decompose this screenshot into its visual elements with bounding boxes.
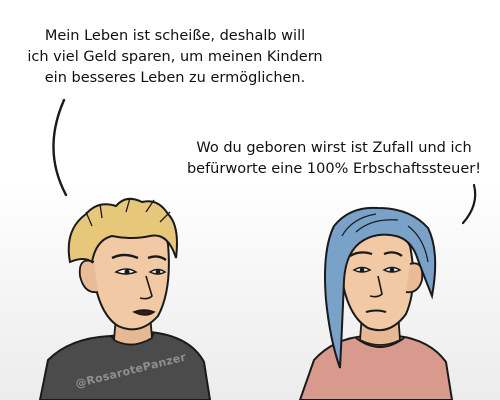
right-speech-tail — [461, 183, 477, 225]
speech-left-line-2: ich viel Geld sparen, um meinen Kindern — [27, 49, 323, 65]
speech-left-line-3: ein besseres Leben zu ermöglichen. — [44, 70, 306, 86]
comic-panel: Mein Leben ist scheiße, deshalb will ich… — [0, 0, 500, 400]
left-speech-tail — [52, 98, 68, 197]
speech-text-right: Wo du geboren wirst ist Zufall und ich b… — [168, 138, 500, 180]
speech-right-line-1: Wo du geboren wirst ist Zufall und ich — [196, 140, 472, 156]
speech-right-line-2: befürworte eine 100% Erbschaftssteuer! — [186, 161, 482, 177]
speech-left-line-1: Mein Leben ist scheiße, deshalb will — [44, 28, 306, 44]
right-character — [298, 206, 454, 400]
speech-text-left: Mein Leben ist scheiße, deshalb will ich… — [5, 26, 345, 89]
